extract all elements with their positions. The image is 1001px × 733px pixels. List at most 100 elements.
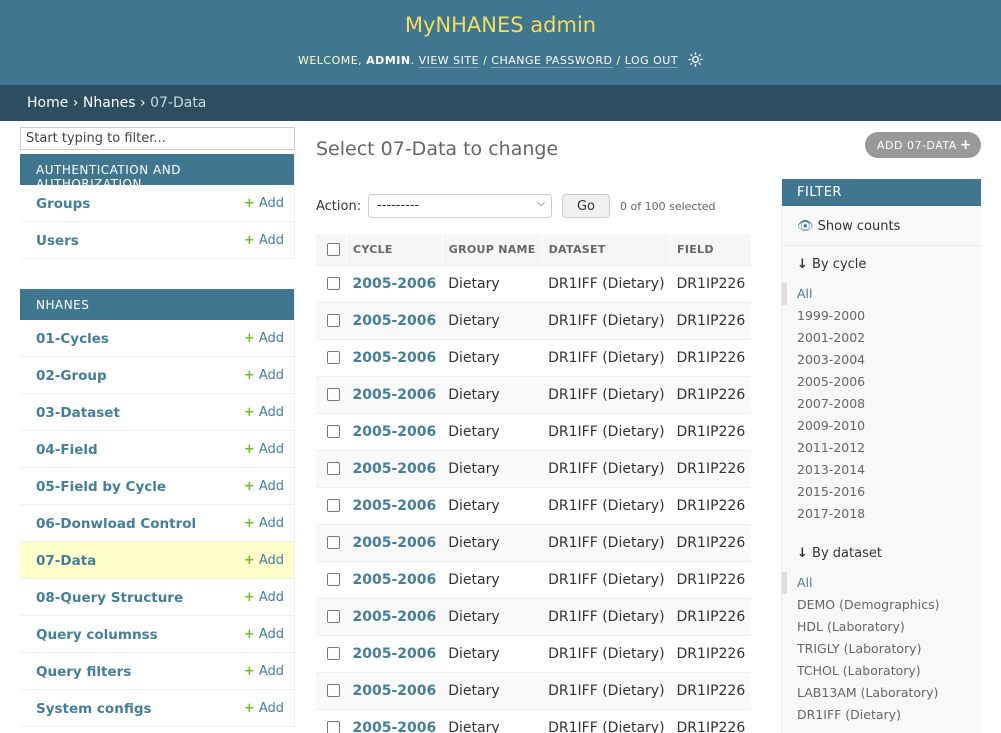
filter-option[interactable]: 2001-2002: [782, 327, 982, 349]
sidebar-item-06-donwload-control[interactable]: 06-Donwload Control + Add: [20, 505, 294, 542]
auth-module-caption[interactable]: Authentication and Authorization: [20, 154, 294, 191]
row-checkbox[interactable]: [327, 536, 340, 549]
row-select-cell[interactable]: [316, 339, 347, 377]
row-select-cell[interactable]: [316, 709, 347, 733]
sidebar-item-label[interactable]: 07-Data: [36, 553, 96, 569]
sidebar-item-system-configs[interactable]: System configs + Add: [20, 690, 294, 727]
breadcrumb-app[interactable]: Nhanes: [83, 95, 136, 111]
filter-option[interactable]: 2009-2010: [782, 415, 982, 437]
sidebar-item-label[interactable]: 03-Dataset: [36, 405, 120, 421]
row-checkbox[interactable]: [327, 647, 340, 660]
select-all-header[interactable]: [316, 234, 347, 266]
sidebar-item-label[interactable]: 01-Cycles: [36, 331, 109, 347]
row-select-cell[interactable]: [316, 413, 347, 451]
sidebar-item-07-data[interactable]: 07-Data + Add: [20, 542, 294, 579]
filter-option[interactable]: DR1IFF (Dietary): [782, 704, 982, 726]
filter-option[interactable]: 2005-2006: [782, 371, 982, 393]
row-checkbox[interactable]: [327, 573, 340, 586]
row-checkbox[interactable]: [327, 388, 340, 401]
filter-option[interactable]: 1999-2000: [782, 305, 982, 327]
sidebar-item-04-field[interactable]: 04-Field + Add: [20, 431, 294, 468]
row-select-cell[interactable]: [316, 450, 347, 488]
add-link[interactable]: + Add: [244, 405, 284, 420]
sidebar-item-label[interactable]: System configs: [36, 701, 152, 717]
column-header-dataset[interactable]: Dataset: [542, 234, 672, 266]
sidebar-item-query-filters[interactable]: Query filters + Add: [20, 653, 294, 690]
cycle-link[interactable]: 2005-2006: [346, 487, 443, 525]
cycle-link[interactable]: 2005-2006: [346, 413, 443, 451]
column-header-field[interactable]: Field: [670, 234, 752, 266]
cycle-link[interactable]: 2005-2006: [346, 339, 443, 377]
add-link[interactable]: + Add: [244, 331, 284, 346]
row-checkbox[interactable]: [327, 277, 340, 290]
add-07-data-button[interactable]: Add 07-Data +: [865, 132, 981, 158]
row-select-cell[interactable]: [316, 598, 347, 636]
row-select-cell[interactable]: [316, 487, 347, 525]
row-select-cell[interactable]: [316, 672, 347, 710]
site-title[interactable]: MyNHANES admin: [0, 13, 1001, 37]
change-password-link[interactable]: Change password: [491, 54, 613, 68]
sun-icon[interactable]: [688, 52, 703, 70]
filter-option[interactable]: 2015-2016: [782, 481, 982, 503]
cycle-link[interactable]: 2005-2006: [346, 709, 443, 733]
filter-option[interactable]: 2017-2018: [782, 503, 982, 525]
filter-option[interactable]: TRIGLY (Laboratory): [782, 638, 982, 660]
add-link[interactable]: + Add: [244, 664, 284, 679]
cycle-link[interactable]: 2005-2006: [346, 598, 443, 636]
add-link[interactable]: + Add: [244, 553, 284, 568]
sidebar-item-label[interactable]: Query columnss: [36, 627, 158, 643]
nhanes-module-caption[interactable]: Nhanes: [20, 289, 294, 320]
row-checkbox[interactable]: [327, 684, 340, 697]
sidebar-item-label[interactable]: Query filters: [36, 664, 131, 680]
filter-option[interactable]: All: [782, 283, 982, 305]
add-groups-link[interactable]: + Add: [244, 196, 284, 211]
sidebar-item-05-field-by-cycle[interactable]: 05-Field by Cycle + Add: [20, 468, 294, 505]
add-link[interactable]: + Add: [244, 516, 284, 531]
filter-option[interactable]: HDL (Laboratory): [782, 616, 982, 638]
row-checkbox[interactable]: [327, 462, 340, 475]
row-checkbox[interactable]: [327, 425, 340, 438]
filter-option[interactable]: 2011-2012: [782, 437, 982, 459]
filter-option[interactable]: 2003-2004: [782, 349, 982, 371]
row-select-cell[interactable]: [316, 265, 347, 303]
row-checkbox[interactable]: [327, 721, 340, 733]
row-checkbox[interactable]: [327, 499, 340, 512]
row-select-cell[interactable]: [316, 376, 347, 414]
sidebar-item-08-query-structure[interactable]: 08-Query Structure + Add: [20, 579, 294, 616]
log-out-link[interactable]: Log out: [624, 54, 679, 68]
cycle-link[interactable]: 2005-2006: [346, 302, 443, 340]
cycle-link[interactable]: 2005-2006: [346, 635, 443, 673]
cycle-link[interactable]: 2005-2006: [346, 376, 443, 414]
breadcrumb-home[interactable]: Home: [27, 95, 68, 111]
row-checkbox[interactable]: [327, 351, 340, 364]
sidebar-item-label[interactable]: 06-Donwload Control: [36, 516, 196, 532]
sidebar-item-query-columnss[interactable]: Query columnss + Add: [20, 616, 294, 653]
row-select-cell[interactable]: [316, 635, 347, 673]
row-select-cell[interactable]: [316, 561, 347, 599]
sidebar-item-03-dataset[interactable]: 03-Dataset + Add: [20, 394, 294, 431]
filter-option[interactable]: 2013-2014: [782, 459, 982, 481]
show-counts-link[interactable]: 👁︎ Show counts: [797, 219, 900, 234]
add-link[interactable]: + Add: [244, 627, 284, 642]
cycle-link[interactable]: 2005-2006: [346, 561, 443, 599]
add-link[interactable]: + Add: [244, 590, 284, 605]
filter-option[interactable]: DEMO (Demographics): [782, 594, 982, 616]
row-checkbox[interactable]: [327, 610, 340, 623]
sidebar-item-label[interactable]: 04-Field: [36, 442, 98, 458]
sidebar-item-02-group[interactable]: 02-Group + Add: [20, 357, 294, 394]
cycle-link[interactable]: 2005-2006: [346, 450, 443, 488]
cycle-link[interactable]: 2005-2006: [346, 672, 443, 710]
filter-option[interactable]: LAB13AM (Laboratory): [782, 682, 982, 704]
add-link[interactable]: + Add: [244, 368, 284, 383]
sidebar-item-label[interactable]: 05-Field by Cycle: [36, 479, 166, 495]
sidebar-item-groups[interactable]: Groups + Add: [20, 185, 294, 222]
sidebar-item-label[interactable]: Users: [36, 233, 79, 249]
go-button[interactable]: Go: [562, 194, 610, 218]
nav-filter-input[interactable]: [20, 127, 295, 150]
sidebar-item-label[interactable]: 02-Group: [36, 368, 107, 384]
sidebar-item-users[interactable]: Users + Add: [20, 222, 294, 259]
select-all-checkbox[interactable]: [327, 243, 340, 256]
action-select[interactable]: --------- ⌵: [368, 194, 552, 218]
column-header-cycle[interactable]: Cycle: [346, 234, 443, 266]
cycle-link[interactable]: 2005-2006: [346, 265, 443, 303]
